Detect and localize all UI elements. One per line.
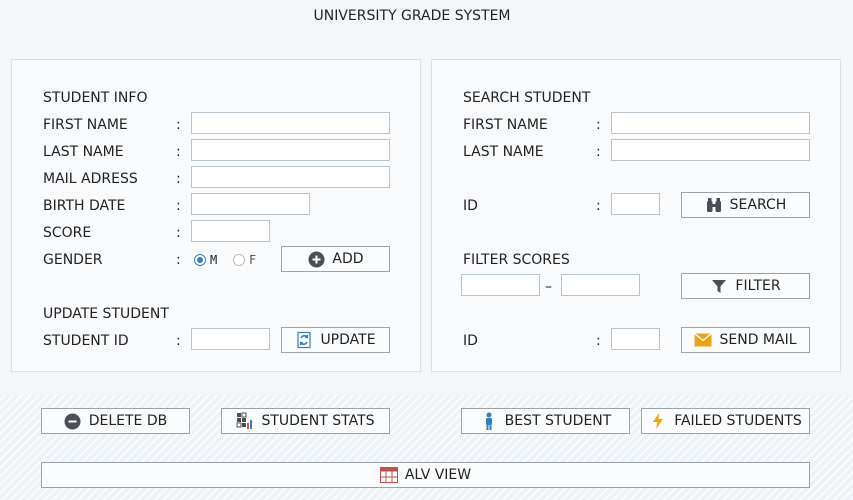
page-title: UNIVERSITY GRADE SYSTEM — [313, 8, 511, 24]
birth-date-input[interactable] — [191, 193, 310, 215]
search-last-name-input[interactable] — [611, 139, 810, 161]
search-last-name-label: LAST NAME — [463, 144, 544, 160]
mail-address-input[interactable] — [191, 166, 390, 188]
student-stats-button[interactable]: STUDENT STATS — [221, 408, 390, 434]
table-icon — [379, 466, 398, 484]
search-student-heading: SEARCH STUDENT — [463, 90, 591, 106]
failed-students-button-label: FAILED STUDENTS — [674, 413, 802, 429]
delete-db-button[interactable]: DELETE DB — [41, 408, 190, 434]
search-id-label: ID — [463, 198, 478, 214]
birth-date-label: BIRTH DATE — [43, 198, 126, 214]
plus-circle-icon — [307, 250, 325, 268]
range-separator: – — [545, 279, 552, 295]
filter-from-input[interactable] — [461, 274, 540, 296]
filter-scores-heading: FILTER SCORES — [463, 252, 570, 268]
failed-students-button[interactable]: FAILED STUDENTS — [641, 408, 810, 434]
colon: : — [176, 144, 181, 160]
binoculars-icon — [705, 196, 723, 214]
filter-button-label: FILTER — [735, 278, 781, 294]
add-button[interactable]: ADD — [281, 246, 390, 272]
delete-db-button-label: DELETE DB — [88, 413, 168, 429]
radio-unselected-icon — [233, 254, 245, 266]
colon: : — [596, 117, 601, 133]
colon: : — [176, 171, 181, 187]
gender-radio-f[interactable]: F — [233, 253, 256, 267]
chart-grid-icon — [236, 412, 254, 430]
colon: : — [176, 117, 181, 133]
best-student-button[interactable]: BEST STUDENT — [461, 408, 630, 434]
lightning-icon — [649, 412, 667, 430]
search-button-label: SEARCH — [729, 197, 787, 213]
person-icon — [480, 412, 498, 430]
mail-address-label: MAIL ADRESS — [43, 171, 138, 187]
search-first-name-label: FIRST NAME — [463, 117, 548, 133]
search-button[interactable]: SEARCH — [681, 192, 810, 218]
first-name-input[interactable] — [191, 112, 390, 134]
mail-id-label: ID — [463, 333, 478, 349]
gender-f-label: F — [249, 253, 257, 267]
filter-button[interactable]: FILTER — [681, 273, 810, 299]
gender-label: GENDER — [43, 252, 103, 268]
gender-radio-m[interactable]: M — [194, 253, 217, 267]
send-mail-button-label: SEND MAIL — [719, 332, 797, 348]
mail-id-input[interactable] — [611, 328, 660, 350]
gender-m-label: M — [210, 253, 218, 267]
last-name-label: LAST NAME — [43, 144, 124, 160]
colon: : — [176, 198, 181, 214]
minus-circle-icon — [64, 412, 82, 430]
colon: : — [176, 333, 181, 349]
score-label: SCORE — [43, 225, 92, 241]
send-mail-button[interactable]: SEND MAIL — [681, 327, 810, 353]
colon: : — [596, 198, 601, 214]
alv-view-button[interactable]: ALV VIEW — [41, 462, 810, 488]
search-first-name-input[interactable] — [611, 112, 810, 134]
colon: : — [596, 333, 601, 349]
colon: : — [596, 144, 601, 160]
update-student-heading: UPDATE STUDENT — [43, 306, 169, 322]
funnel-icon — [710, 277, 728, 295]
search-id-input[interactable] — [611, 193, 660, 215]
best-student-button-label: BEST STUDENT — [504, 413, 612, 429]
colon: : — [176, 225, 181, 241]
alv-view-button-label: ALV VIEW — [404, 467, 472, 483]
student-stats-button-label: STUDENT STATS — [261, 413, 375, 429]
add-button-label: ADD — [332, 251, 364, 267]
colon: : — [176, 252, 181, 268]
radio-selected-icon — [194, 254, 206, 266]
update-button-label: UPDATE — [320, 332, 376, 348]
filter-to-input[interactable] — [561, 274, 640, 296]
last-name-input[interactable] — [191, 139, 390, 161]
student-info-heading: STUDENT INFO — [43, 90, 148, 106]
update-button[interactable]: UPDATE — [281, 327, 390, 353]
score-input[interactable] — [191, 220, 270, 242]
envelope-icon — [694, 331, 713, 349]
student-id-label: STUDENT ID — [43, 333, 129, 349]
refresh-document-icon — [295, 331, 313, 349]
student-id-input[interactable] — [191, 328, 270, 350]
first-name-label: FIRST NAME — [43, 117, 128, 133]
